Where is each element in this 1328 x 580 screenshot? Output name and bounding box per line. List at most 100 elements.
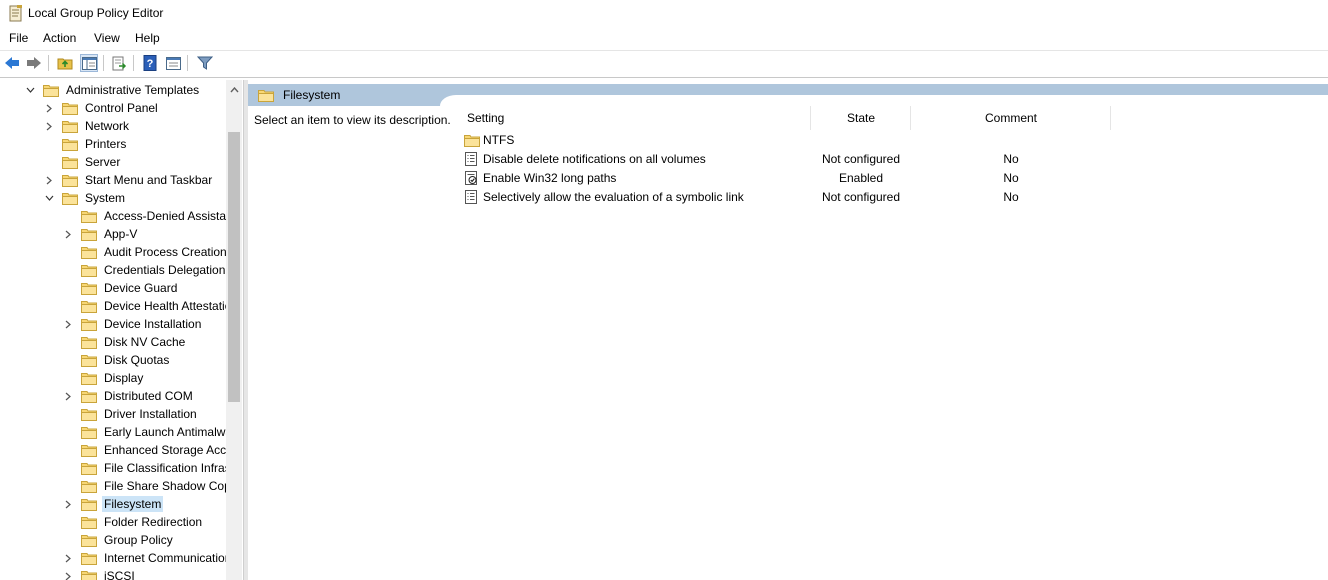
tree-item[interactable]: Server (43, 153, 122, 171)
export-list-icon[interactable] (110, 54, 128, 72)
tree-item[interactable]: Printers (43, 135, 128, 153)
tree-item[interactable]: Administrative Templates (24, 81, 201, 99)
toolbar-separator (48, 55, 49, 71)
scroll-up-arrow-icon[interactable] (226, 82, 242, 98)
list-item[interactable]: NTFS (464, 131, 1114, 149)
tree-item[interactable]: Display (62, 369, 145, 387)
folder-icon (43, 84, 59, 97)
policy-document-icon (9, 5, 23, 22)
chevron-right-icon[interactable] (62, 228, 74, 240)
chevron-down-icon[interactable] (43, 192, 55, 204)
tree-item-label: Audit Process Creation (104, 245, 226, 259)
menu-file[interactable]: File (9, 31, 28, 45)
toolbar-separator (133, 55, 134, 71)
setting-state: Enabled (838, 171, 884, 185)
tree-item[interactable]: Control Panel (43, 99, 160, 117)
tree-item[interactable]: Start Menu and Taskbar (43, 171, 214, 189)
list-item[interactable]: Disable delete notifications on all volu… (464, 150, 1114, 168)
tree-item-label: Distributed COM (104, 389, 193, 403)
chevron-right-icon[interactable] (62, 318, 74, 330)
tree-item-label: Device Guard (104, 281, 178, 295)
tree-item[interactable]: Filesystem (62, 495, 164, 513)
details-header: Filesystem (248, 84, 452, 106)
tree-item-label: Disk NV Cache (104, 335, 186, 349)
scroll-thumb[interactable] (228, 132, 240, 402)
column-header-state[interactable]: State (811, 106, 911, 130)
navigation-tree[interactable]: Administrative Templates Control Panel Net… (0, 80, 226, 580)
chevron-right-icon[interactable] (43, 120, 55, 132)
chevron-right-icon[interactable] (62, 390, 74, 402)
folder-icon (81, 228, 97, 241)
tree-item[interactable]: System (43, 189, 127, 207)
menu-action[interactable]: Action (43, 31, 76, 45)
tree-item[interactable]: Device Health Attestation Service (62, 297, 226, 315)
up-folder-icon[interactable] (56, 54, 74, 72)
forward-arrow-icon[interactable] (25, 54, 43, 72)
folder-icon (81, 282, 97, 295)
menu-view[interactable]: View (94, 31, 120, 45)
tree-item[interactable]: Device Installation (62, 315, 203, 333)
tree-item-label: Server (85, 155, 121, 169)
toolbar-separator (103, 55, 104, 71)
tree-item[interactable]: Group Policy (62, 531, 175, 549)
tree-item[interactable]: File Classification Infrastructure (62, 459, 226, 477)
chevron-right-icon[interactable] (62, 498, 74, 510)
tree-item[interactable]: Distributed COM (62, 387, 195, 405)
tree-item[interactable]: Internet Communication Management (62, 549, 226, 567)
pane-splitter[interactable] (243, 80, 248, 580)
folder-icon (81, 570, 97, 580)
window-title: Local Group Policy Editor (28, 6, 164, 20)
tree-item-label: Device Installation (104, 317, 202, 331)
chevron-right-icon[interactable] (62, 552, 74, 564)
chevron-down-icon[interactable] (24, 84, 36, 96)
back-arrow-icon[interactable] (3, 54, 21, 72)
list-item[interactable]: Enable Win32 long paths Enabled No (464, 169, 1114, 187)
folder-icon (62, 138, 78, 151)
tree-item[interactable]: Enhanced Storage Access (62, 441, 226, 459)
tree-item[interactable]: iSCSI (62, 567, 137, 580)
toolbar-separator (187, 55, 188, 71)
chevron-right-icon[interactable] (62, 570, 74, 580)
menu-help[interactable]: Help (135, 31, 160, 45)
properties-view-icon[interactable] (164, 54, 182, 72)
tree-item[interactable]: Audit Process Creation (62, 243, 226, 261)
folder-icon (81, 444, 97, 457)
tree-item[interactable]: Disk Quotas (62, 351, 171, 369)
list-item[interactable]: Selectively allow the evaluation of a sy… (464, 188, 1114, 206)
column-separator[interactable] (1110, 106, 1111, 130)
chevron-right-icon[interactable] (43, 174, 55, 186)
tree-item-label: Administrative Templates (66, 83, 200, 97)
filter-icon[interactable] (196, 54, 214, 72)
column-header-comment[interactable]: Comment (911, 106, 1111, 130)
folder-icon (62, 102, 78, 115)
column-header-setting[interactable]: Setting (467, 106, 807, 130)
tree-item-label: Credentials Delegation (104, 263, 226, 277)
help-icon[interactable]: ? (141, 54, 159, 72)
chevron-right-icon[interactable] (43, 102, 55, 114)
tree-item[interactable]: App-V (62, 225, 139, 243)
tree-item[interactable]: Device Guard (62, 279, 179, 297)
svg-text:?: ? (147, 58, 154, 70)
tree-item-label: System (85, 191, 126, 205)
folder-icon (464, 134, 480, 147)
tree-item[interactable]: Disk NV Cache (62, 333, 187, 351)
tree-item[interactable]: Driver Installation (62, 405, 199, 423)
tree-item[interactable]: File Share Shadow Copy Provider (62, 477, 226, 495)
tree-item[interactable]: Network (43, 117, 131, 135)
tree-item[interactable]: Folder Redirection (62, 513, 204, 531)
tree-item[interactable]: Access-Denied Assistance (62, 207, 226, 225)
tree-item-label: Device Health Attestation Service (104, 299, 226, 313)
tree-item[interactable]: Early Launch Antimalware (62, 423, 226, 441)
folder-icon (81, 264, 97, 277)
policy-setting-icon (464, 190, 478, 204)
tree-item[interactable]: Credentials Delegation (62, 261, 226, 279)
tree-scrollbar[interactable] (226, 80, 242, 580)
show-hide-tree-icon[interactable] (80, 54, 98, 72)
